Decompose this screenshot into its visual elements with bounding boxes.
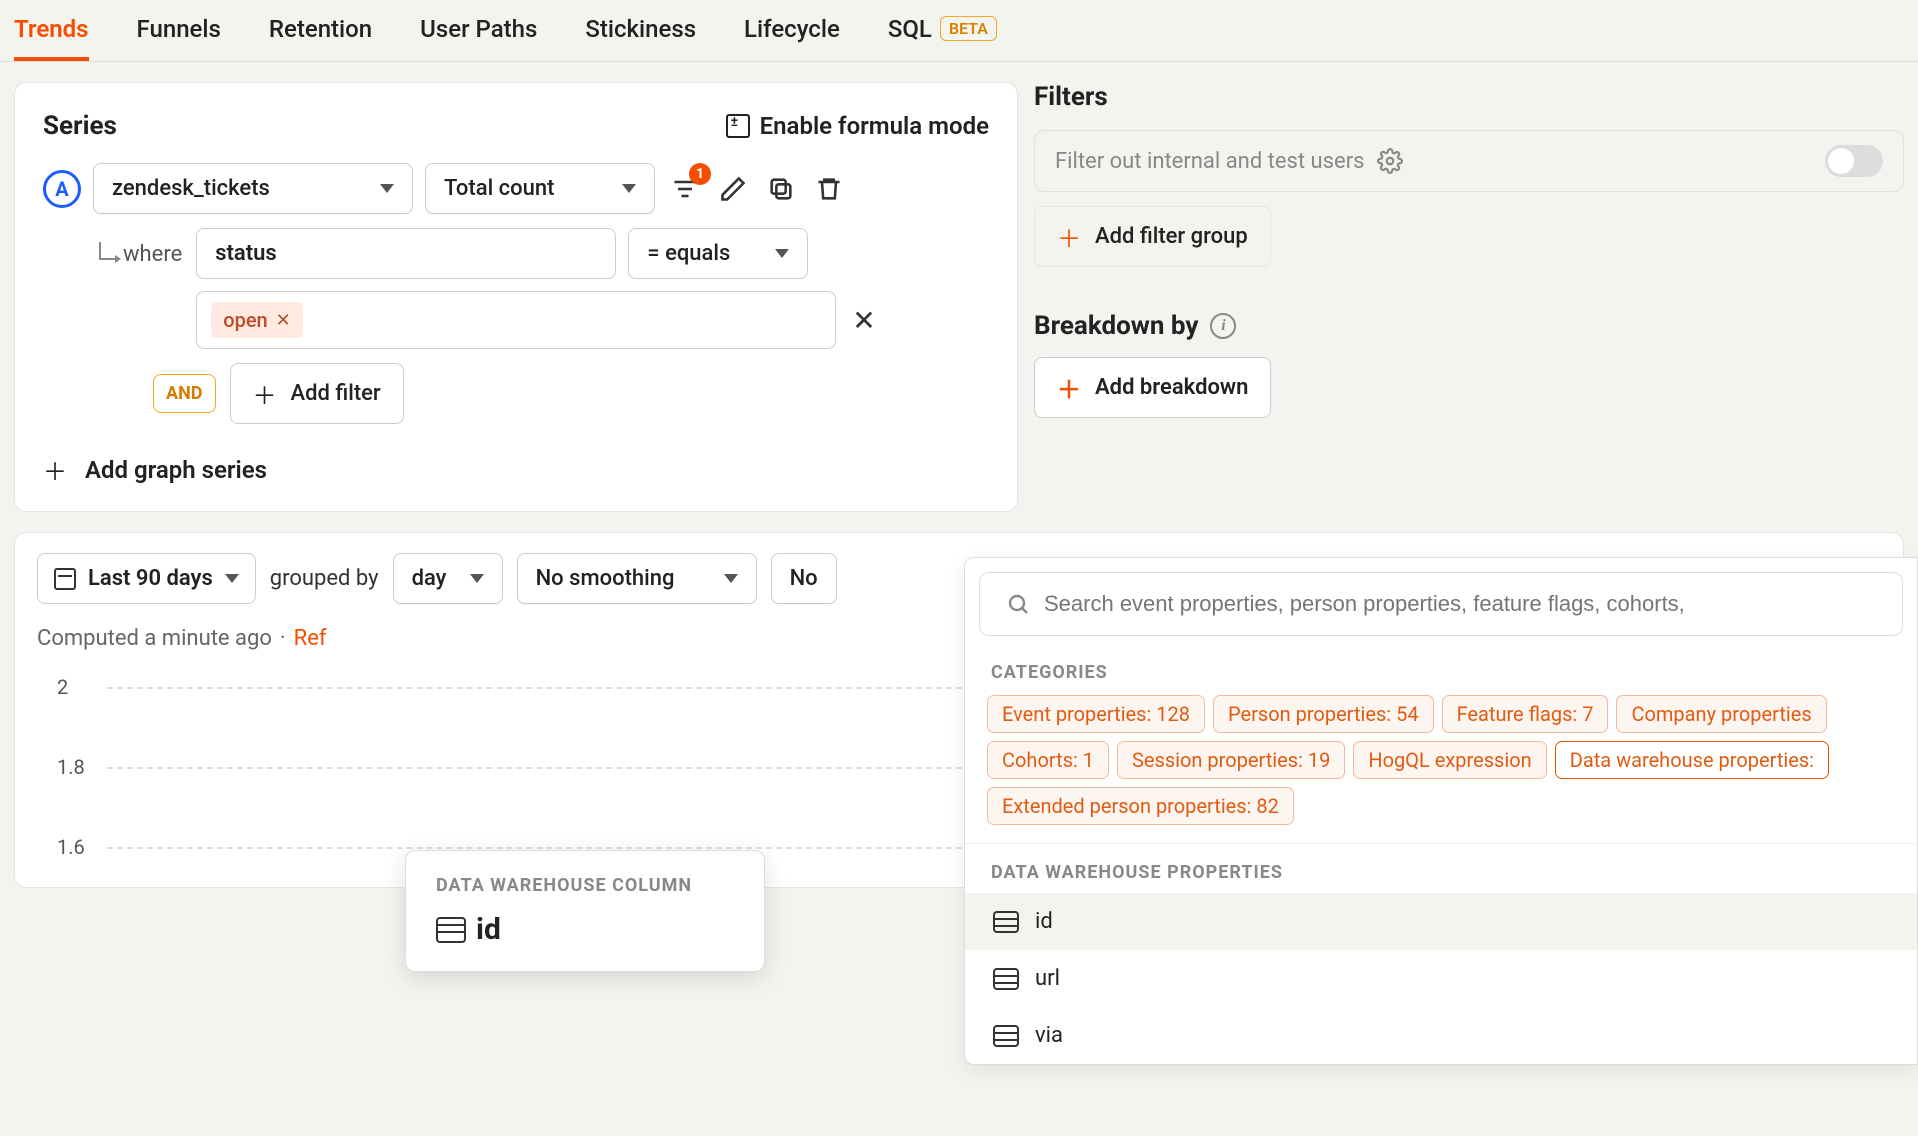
arrow-down-right-icon — [99, 242, 117, 260]
filter-count-badge: 1 — [689, 163, 711, 185]
dw-properties-header: DATA WAREHOUSE PROPERTIES — [965, 843, 1917, 893]
tab-lifecycle[interactable]: Lifecycle — [744, 0, 840, 61]
plus-icon: ＋ — [1057, 370, 1081, 405]
chevron-down-icon — [775, 249, 789, 258]
category-event-properties[interactable]: Event properties: 128 — [987, 695, 1205, 733]
category-extended-person[interactable]: Extended person properties: 82 — [987, 787, 1294, 825]
tab-stickiness[interactable]: Stickiness — [585, 0, 696, 61]
add-breakdown-button[interactable]: ＋ Add breakdown — [1034, 357, 1271, 418]
category-company-properties[interactable]: Company properties — [1616, 695, 1826, 733]
add-filter-group-button[interactable]: ＋ Add filter group — [1034, 206, 1271, 267]
column-tooltip: DATA WAREHOUSE COLUMN id — [405, 850, 765, 972]
category-session-properties[interactable]: Session properties: 19 — [1117, 741, 1345, 779]
add-filter-button[interactable]: ＋ Add filter — [230, 363, 404, 424]
property-search[interactable] — [979, 572, 1903, 636]
category-feature-flags[interactable]: Feature flags: 7 — [1442, 695, 1609, 733]
filter-property-selector[interactable]: status — [196, 228, 616, 279]
tooltip-value: id — [476, 912, 501, 947]
and-operator-badge[interactable]: AND — [153, 374, 216, 413]
date-range-picker[interactable]: Last 90 days — [37, 553, 256, 604]
interval-selector[interactable]: day — [393, 553, 503, 604]
category-data-warehouse[interactable]: Data warehouse properties: — [1555, 741, 1829, 779]
beta-badge: BETA — [940, 16, 997, 41]
filters-title: Filters — [1034, 82, 1904, 112]
tab-funnels[interactable]: Funnels — [137, 0, 221, 61]
chevron-down-icon — [622, 184, 636, 193]
series-badge-a: A — [43, 170, 81, 208]
tab-retention[interactable]: Retention — [269, 0, 372, 61]
calendar-icon — [54, 568, 76, 590]
aggregation-label: Total count — [444, 176, 554, 201]
database-column-icon — [993, 1025, 1019, 1047]
property-item-url[interactable]: url — [965, 950, 1917, 1007]
compare-selector[interactable]: No — [771, 553, 837, 604]
category-cohorts[interactable]: Cohorts: 1 — [987, 741, 1109, 779]
search-icon — [1006, 592, 1030, 616]
gear-icon[interactable] — [1377, 148, 1403, 174]
database-column-icon — [993, 911, 1019, 933]
remove-filter-button[interactable]: ✕ — [852, 304, 875, 337]
property-item-via[interactable]: via — [965, 1007, 1917, 1064]
category-person-properties[interactable]: Person properties: 54 — [1213, 695, 1434, 733]
event-name: zendesk_tickets — [112, 176, 270, 201]
series-title: Series — [43, 111, 117, 141]
breakdown-section: Breakdown by i ＋ Add breakdown — [1034, 311, 1904, 418]
delete-icon-button[interactable] — [811, 171, 847, 207]
property-search-input[interactable] — [1044, 591, 1876, 617]
add-graph-series-button[interactable]: ＋ Add graph series — [43, 452, 989, 487]
plus-icon: ＋ — [43, 452, 67, 487]
filters-section: Filters Filter out internal and test use… — [1034, 82, 1904, 267]
plus-icon: ＋ — [1057, 219, 1081, 254]
exclude-internal-users[interactable]: Filter out internal and test users — [1034, 130, 1904, 192]
exclude-toggle[interactable] — [1825, 145, 1883, 177]
value-chip-open: open ✕ — [211, 302, 303, 338]
enable-formula-mode[interactable]: Enable formula mode — [726, 112, 989, 140]
duplicate-icon-button[interactable] — [763, 171, 799, 207]
refresh-link[interactable]: Ref — [294, 626, 327, 651]
chevron-down-icon — [724, 574, 738, 583]
database-column-icon — [436, 917, 466, 943]
filter-operator-selector[interactable]: = equals — [628, 228, 808, 279]
tab-sql[interactable]: SQL BETA — [888, 0, 997, 61]
tab-user-paths[interactable]: User Paths — [420, 0, 537, 61]
event-selector[interactable]: zendesk_tickets — [93, 163, 413, 214]
breakdown-title: Breakdown by — [1034, 311, 1198, 341]
database-column-icon — [993, 968, 1019, 990]
formula-icon — [726, 114, 750, 138]
tab-sql-label: SQL — [888, 15, 932, 43]
tooltip-header: DATA WAREHOUSE COLUMN — [436, 875, 734, 896]
series-panel: Series Enable formula mode A zendesk_tic… — [14, 82, 1018, 512]
remove-chip-icon[interactable]: ✕ — [276, 310, 291, 331]
chevron-down-icon — [225, 574, 239, 583]
smoothing-selector[interactable]: No smoothing — [517, 553, 757, 604]
filter-value-input[interactable]: open ✕ — [196, 291, 836, 349]
categories-header: CATEGORIES — [965, 654, 1917, 695]
edit-icon-button[interactable] — [715, 171, 751, 207]
grouped-by-label: grouped by — [270, 566, 379, 591]
y-tick: 1.6 — [57, 835, 85, 859]
insight-tabs: Trends Funnels Retention User Paths Stic… — [0, 0, 1918, 62]
y-tick: 2 — [57, 675, 68, 699]
where-label: where — [99, 228, 182, 267]
plus-icon: ＋ — [253, 376, 277, 411]
property-item-id[interactable]: id — [965, 893, 1917, 950]
category-hogql[interactable]: HogQL expression — [1353, 741, 1546, 779]
chevron-down-icon — [470, 574, 484, 583]
chevron-down-icon — [380, 184, 394, 193]
tab-trends[interactable]: Trends — [14, 0, 89, 61]
info-icon[interactable]: i — [1210, 313, 1236, 339]
aggregation-selector[interactable]: Total count — [425, 163, 655, 214]
category-chips: Event properties: 128 Person properties:… — [965, 695, 1917, 843]
property-picker-popover: CATEGORIES Event properties: 128 Person … — [964, 557, 1918, 1065]
formula-label: Enable formula mode — [760, 112, 989, 140]
y-tick: 1.8 — [57, 755, 85, 779]
